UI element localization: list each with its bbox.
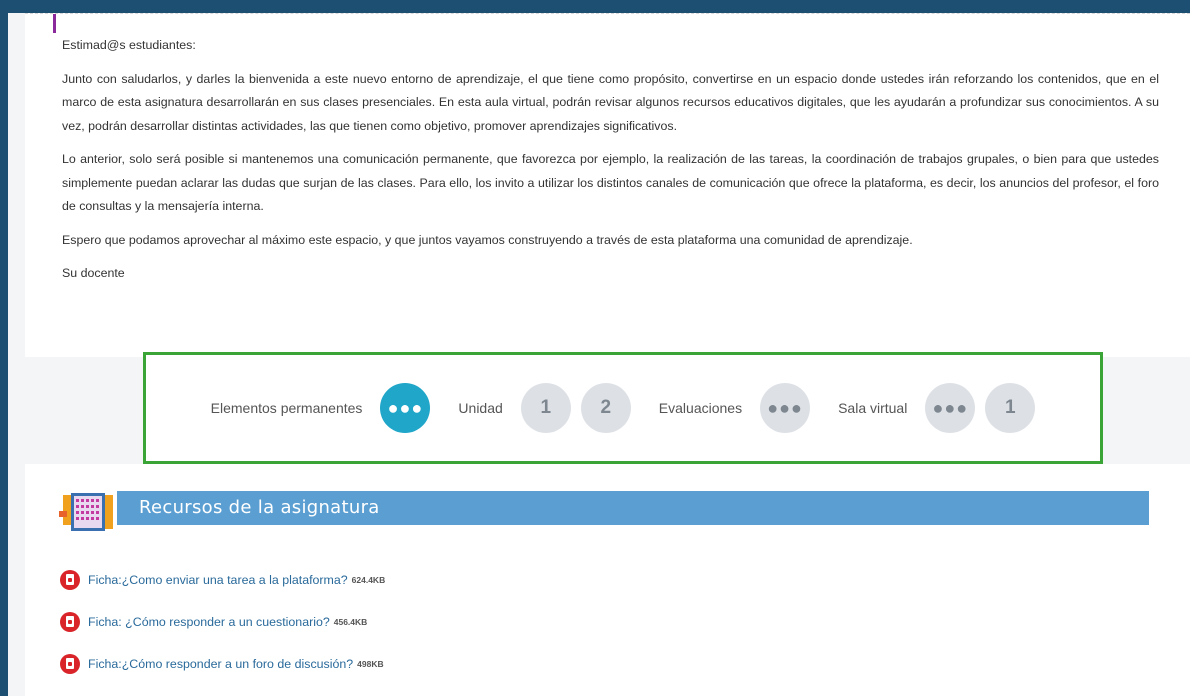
- resources-icon: [59, 493, 113, 531]
- welcome-paragraph-1: Junto con saludarlos, y darles la bienve…: [62, 71, 1159, 133]
- list-item: Ficha:¿Como enviar una tarea a la plataf…: [60, 570, 385, 590]
- welcome-card: Estimad@s estudiantes: Junto con saludar…: [25, 13, 1190, 357]
- permanent-label: Elementos permanentes: [210, 400, 363, 416]
- nav-group-sala: Sala virtual ●●● 1: [838, 383, 1036, 433]
- resource-link-foro[interactable]: Ficha:¿Cómo responder a un foro de discu…: [88, 657, 353, 671]
- welcome-paragraph-3: Espero que podamos aprovechar al máximo …: [62, 232, 913, 247]
- welcome-paragraph-2: Lo anterior, solo será posible si manten…: [62, 152, 1159, 213]
- pdf-icon: [60, 570, 80, 590]
- file-size: 498KB: [357, 659, 384, 669]
- list-item: Ficha:¿Cómo responder a un foro de discu…: [60, 654, 385, 674]
- signature: Su docente: [62, 266, 125, 280]
- section-navigation: Elementos permanentes ●●● Unidad 1 2 Eva…: [143, 352, 1103, 464]
- list-item: Ficha: ¿Cómo responder a un cuestionario…: [60, 612, 385, 632]
- evaluaciones-label: Evaluaciones: [658, 400, 743, 416]
- resources-header: Recursos de la asignatura: [59, 491, 1149, 531]
- pdf-icon: [60, 654, 80, 674]
- file-size: 624.4KB: [351, 575, 386, 585]
- unidad-2-button[interactable]: 2: [580, 383, 631, 433]
- resource-link-cuestionario[interactable]: Ficha: ¿Cómo responder a un cuestionario…: [88, 615, 330, 629]
- resource-file-list: Ficha:¿Como enviar una tarea a la plataf…: [60, 570, 385, 696]
- greeting: Estimad@s estudiantes:: [62, 38, 196, 52]
- evaluaciones-button[interactable]: ●●●: [760, 383, 811, 433]
- accent-bar: [53, 14, 56, 33]
- welcome-message: Estimad@s estudiantes: Junto con saludar…: [62, 34, 1159, 296]
- resources-title: Recursos de la asignatura: [117, 491, 1149, 525]
- file-size: 456.4KB: [333, 617, 368, 627]
- nav-group-permanent: Elementos permanentes ●●●: [211, 383, 431, 433]
- permanent-elements-button[interactable]: ●●●: [380, 383, 431, 433]
- sala-virtual-label: Sala virtual: [838, 400, 908, 416]
- nav-group-evaluaciones: Evaluaciones ●●●: [658, 383, 811, 433]
- sala-virtual-1-button[interactable]: 1: [985, 383, 1036, 433]
- nav-group-unidad: Unidad 1 2: [458, 383, 631, 433]
- resource-link-tarea[interactable]: Ficha:¿Como enviar una tarea a la plataf…: [88, 573, 348, 587]
- unidad-1-button[interactable]: 1: [520, 383, 571, 433]
- sala-virtual-button[interactable]: ●●●: [925, 383, 976, 433]
- pdf-icon: [60, 612, 80, 632]
- unidad-label: Unidad: [458, 400, 503, 416]
